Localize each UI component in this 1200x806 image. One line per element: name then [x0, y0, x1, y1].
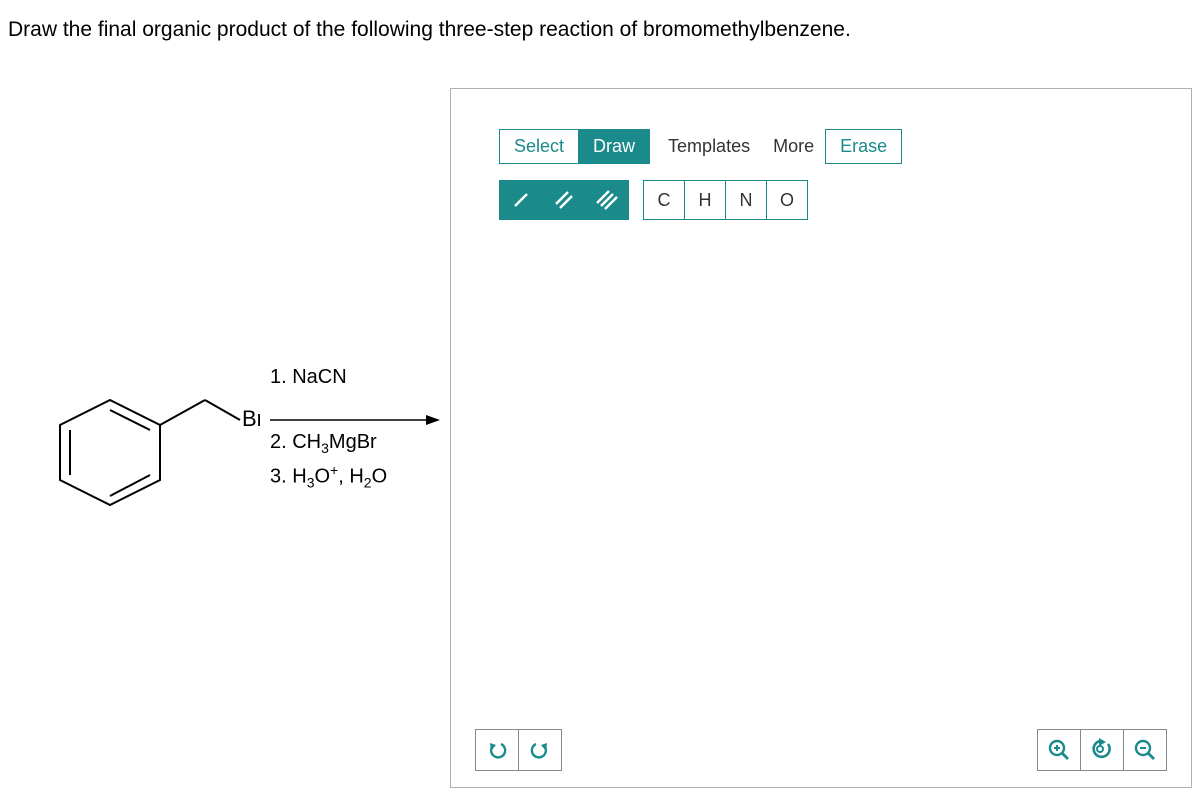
reagent-1: 1. NaCN — [270, 366, 387, 389]
reagent-3: 3. H3O+, H2O — [270, 462, 387, 491]
reagent-3-c: , H — [338, 466, 364, 488]
reset-zoom-icon — [1089, 738, 1115, 762]
zoom-in-icon — [1047, 738, 1071, 762]
br-label: Br — [242, 406, 260, 431]
more-button[interactable]: More — [761, 130, 826, 163]
history-group — [475, 729, 562, 771]
triple-bond-button[interactable] — [585, 180, 629, 220]
zoom-group — [1037, 729, 1167, 771]
benzyl-bromide-structure: Br — [50, 370, 260, 530]
editor-toolbar-main: Select Draw Templates More Erase — [451, 89, 1191, 174]
reagent-3-sup: + — [330, 462, 338, 478]
draw-button[interactable]: Draw — [578, 129, 650, 164]
reset-zoom-button[interactable] — [1080, 729, 1124, 771]
double-bond-icon — [553, 190, 575, 210]
zoom-in-button[interactable] — [1037, 729, 1081, 771]
structure-editor: Select Draw Templates More Erase — [450, 88, 1192, 788]
redo-button[interactable] — [518, 729, 562, 771]
single-bond-icon — [511, 190, 531, 210]
reagent-2: 2. CH3MgBr — [270, 431, 387, 456]
reagents-list: 1. NaCN 2. CH3MgBr 3. H3O+, H2O — [270, 360, 387, 497]
element-group: C H N O — [643, 180, 808, 220]
reagent-3-a: 3. H — [270, 466, 307, 488]
nitrogen-button[interactable]: N — [725, 180, 767, 220]
reagent-3-b: O — [314, 466, 330, 488]
bond-group — [499, 180, 629, 220]
single-bond-button[interactable] — [499, 180, 543, 220]
erase-button[interactable]: Erase — [825, 129, 902, 164]
reagent-2-sub: 3 — [321, 440, 329, 456]
hydrogen-button[interactable]: H — [684, 180, 726, 220]
undo-icon — [486, 739, 508, 761]
double-bond-button[interactable] — [542, 180, 586, 220]
undo-button[interactable] — [475, 729, 519, 771]
reagent-2-rest: MgBr — [329, 431, 377, 453]
reagent-2-text: 2. CH — [270, 431, 321, 453]
select-button[interactable]: Select — [499, 129, 579, 164]
drawing-canvas[interactable] — [451, 249, 1191, 725]
oxygen-button[interactable]: O — [766, 180, 808, 220]
templates-button[interactable]: Templates — [656, 130, 762, 163]
reagent-3-d: O — [372, 466, 388, 488]
reagent-3-sub2: 2 — [364, 475, 372, 491]
question-text: Draw the final organic product of the fo… — [8, 18, 851, 42]
zoom-out-icon — [1133, 738, 1157, 762]
editor-toolbar-tools: C H N O — [451, 174, 1191, 234]
redo-icon — [529, 739, 551, 761]
zoom-out-button[interactable] — [1123, 729, 1167, 771]
editor-toolbar-bottom — [451, 725, 1191, 775]
triple-bond-icon — [595, 190, 619, 210]
reaction-scheme: Br — [50, 370, 450, 530]
carbon-button[interactable]: C — [643, 180, 685, 220]
